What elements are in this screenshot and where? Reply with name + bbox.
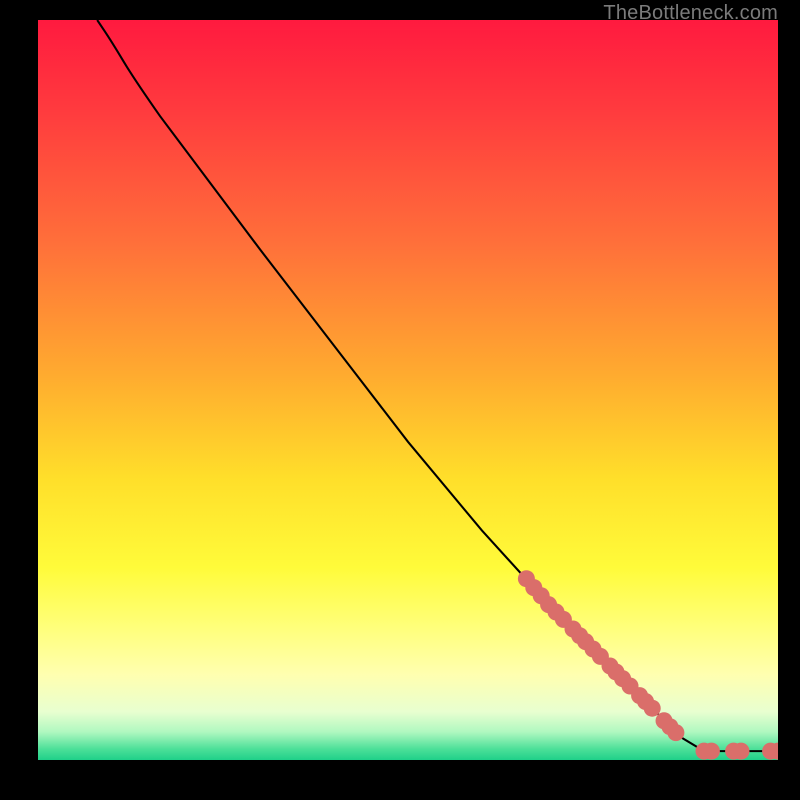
chart-frame: TheBottleneck.com: [0, 0, 800, 800]
plot-area: [38, 20, 778, 760]
gradient-background: [38, 20, 778, 760]
